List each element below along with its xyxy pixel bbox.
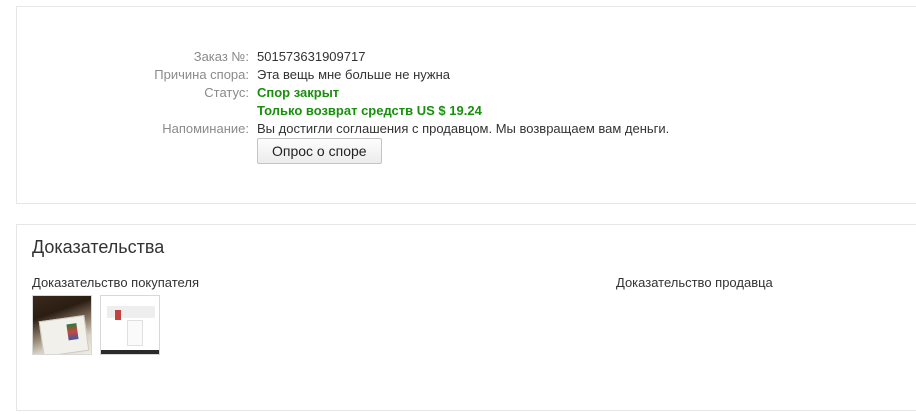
evidence-panel: Доказательства Доказательство покупателя… (16, 224, 916, 411)
status-value: Спор закрыт (257, 85, 340, 100)
dispute-survey-button[interactable]: Опрос о споре (257, 138, 382, 164)
screenshot-product-graphic (115, 310, 121, 320)
dispute-reason-row: Причина спора: Эта вещь мне больше не ну… (17, 66, 916, 84)
dispute-details-panel: Заказ №: 501573631909717 Причина спора: … (16, 6, 916, 204)
status-label: Статус: (204, 85, 249, 100)
refund-row: Только возврат средств US $ 19.24 (17, 102, 916, 120)
screenshot-box-graphic (127, 320, 143, 346)
dispute-reason-label: Причина спора: (154, 67, 249, 82)
order-number-label: Заказ №: (193, 49, 249, 64)
buyer-evidence-photo-thumbnail[interactable] (32, 295, 92, 355)
refund-amount: Только возврат средств US $ 19.24 (257, 103, 482, 118)
buyer-evidence-screenshot-thumbnail[interactable] (100, 295, 160, 355)
status-row: Статус: Спор закрыт (17, 84, 916, 102)
product-card-image (38, 314, 90, 354)
screenshot-taskbar-graphic (101, 350, 159, 354)
buyer-evidence-title: Доказательство покупателя (32, 275, 199, 290)
reminder-label: Напоминание: (162, 121, 249, 136)
order-number-value: 501573631909717 (257, 49, 366, 64)
reminder-row: Напоминание: Вы достигли соглашения с пр… (17, 120, 916, 138)
order-number-row: Заказ №: 501573631909717 (17, 48, 916, 66)
reminder-value: Вы достигли соглашения с продавцом. Мы в… (257, 121, 670, 136)
seller-evidence-title: Доказательство продавца (616, 275, 773, 290)
dispute-reason-value: Эта вещь мне больше не нужна (257, 67, 450, 82)
evidence-title: Доказательства (32, 237, 165, 257)
